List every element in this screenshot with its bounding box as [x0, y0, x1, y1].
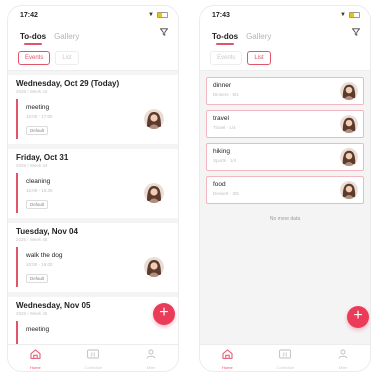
tab-gallery[interactable]: Gallery [54, 32, 79, 46]
nav-label: Collection [276, 365, 295, 370]
profile-icon [146, 346, 156, 364]
event-tag: Default [26, 126, 49, 135]
list-item[interactable]: hiking Sports · 1/4 [206, 143, 364, 171]
view-segment-control: Events List [200, 46, 370, 71]
tab-gallery[interactable]: Gallery [246, 32, 271, 46]
add-todo-button[interactable]: + [153, 303, 175, 325]
nav-collection[interactable]: Collection [276, 346, 295, 370]
wifi-icon: ▼ [148, 12, 154, 18]
battery-icon [157, 12, 168, 18]
nav-mine[interactable]: Mine [338, 346, 348, 370]
status-bar: 17:42 ▼ [8, 6, 178, 24]
list-item[interactable]: food Dessert · 3/5 [206, 176, 364, 204]
event-card[interactable]: cleaning 15:00 - 15:30 Default [16, 173, 170, 213]
bottom-nav: Home Collection Mine [8, 344, 178, 371]
event-card[interactable]: walk the dog 18:00 - 19:00 Default [16, 247, 170, 287]
day-group: Friday, Oct 31 2025 / Week 44 cleaning 1… [8, 149, 178, 218]
events-timeline: Wednesday, Oct 29 (Today) 2025 / Week 44… [8, 75, 178, 366]
view-segment-control: Events List [8, 46, 178, 71]
filter-icon[interactable] [159, 23, 169, 46]
nav-label: Mine [338, 365, 348, 370]
day-subtitle: 2025 / Week 45 [16, 237, 48, 242]
battery-icon [349, 12, 360, 18]
day-subtitle: 2025 / Week 44 [16, 163, 48, 168]
day-subtitle: 2025 / Week 44 [16, 89, 48, 94]
avatar [340, 181, 358, 199]
event-tag: Default [26, 200, 49, 209]
phone-screen-events: 17:42 ▼ To-dos Gallery Events List Wedne… [8, 6, 178, 371]
nav-home[interactable]: Home [30, 346, 41, 370]
no-more-data-text: No more data [269, 216, 301, 222]
day-title: Wednesday, Oct 29 (Today) [16, 79, 120, 88]
tab-todos[interactable]: To-dos [20, 32, 46, 46]
segment-events[interactable]: Events [18, 51, 51, 65]
plus-icon: + [159, 304, 169, 321]
day-title: Wednesday, Nov 05 [16, 301, 91, 310]
top-tab-bar: To-dos Gallery [200, 24, 370, 46]
home-icon [222, 346, 233, 364]
nav-label: Collection [84, 365, 103, 370]
day-group: Tuesday, Nov 04 2025 / Week 45 walk the … [8, 223, 178, 292]
wifi-icon: ▼ [340, 12, 346, 18]
list-item[interactable]: dinner Dinners · 8/1 [206, 77, 364, 105]
status-time: 17:42 [20, 11, 38, 19]
nav-mine[interactable]: Mine [146, 346, 156, 370]
todo-list: dinner Dinners · 8/1 travel Travel · 1/4… [200, 71, 370, 222]
event-tag: Default [26, 274, 49, 283]
avatar [144, 257, 164, 277]
event-name: meeting [26, 326, 50, 333]
home-icon [30, 346, 41, 364]
tab-todos[interactable]: To-dos [212, 32, 238, 46]
bottom-nav: Home Collection Mine [200, 344, 370, 371]
avatar [340, 148, 358, 166]
plus-icon: + [353, 307, 363, 324]
day-title: Friday, Oct 31 [16, 153, 69, 162]
nav-collection[interactable]: Collection [84, 346, 103, 370]
status-time: 17:43 [212, 11, 230, 19]
nav-home[interactable]: Home [222, 346, 233, 370]
gallery-icon [87, 346, 100, 364]
day-group: Wednesday, Oct 29 (Today) 2025 / Week 44… [8, 75, 178, 144]
top-tab-bar: To-dos Gallery [8, 24, 178, 46]
filter-icon[interactable] [351, 23, 361, 46]
profile-icon [338, 346, 348, 364]
status-bar: 17:43 ▼ [200, 6, 370, 24]
event-card[interactable]: meeting 16:00 - 17:00 Default [16, 99, 170, 139]
avatar [144, 109, 164, 129]
nav-label: Home [222, 365, 233, 370]
segment-events[interactable]: Events [210, 51, 243, 65]
segment-list[interactable]: List [55, 51, 79, 65]
day-title: Tuesday, Nov 04 [16, 227, 78, 236]
nav-label: Mine [146, 365, 156, 370]
add-todo-button[interactable]: + [347, 306, 369, 328]
gallery-icon [279, 346, 292, 364]
avatar [144, 183, 164, 203]
list-item[interactable]: travel Travel · 1/4 [206, 110, 364, 138]
segment-list[interactable]: List [247, 51, 271, 65]
avatar [340, 82, 358, 100]
avatar [340, 115, 358, 133]
nav-label: Home [30, 365, 41, 370]
phone-screen-list: 17:43 ▼ To-dos Gallery Events List dinne… [200, 6, 370, 371]
